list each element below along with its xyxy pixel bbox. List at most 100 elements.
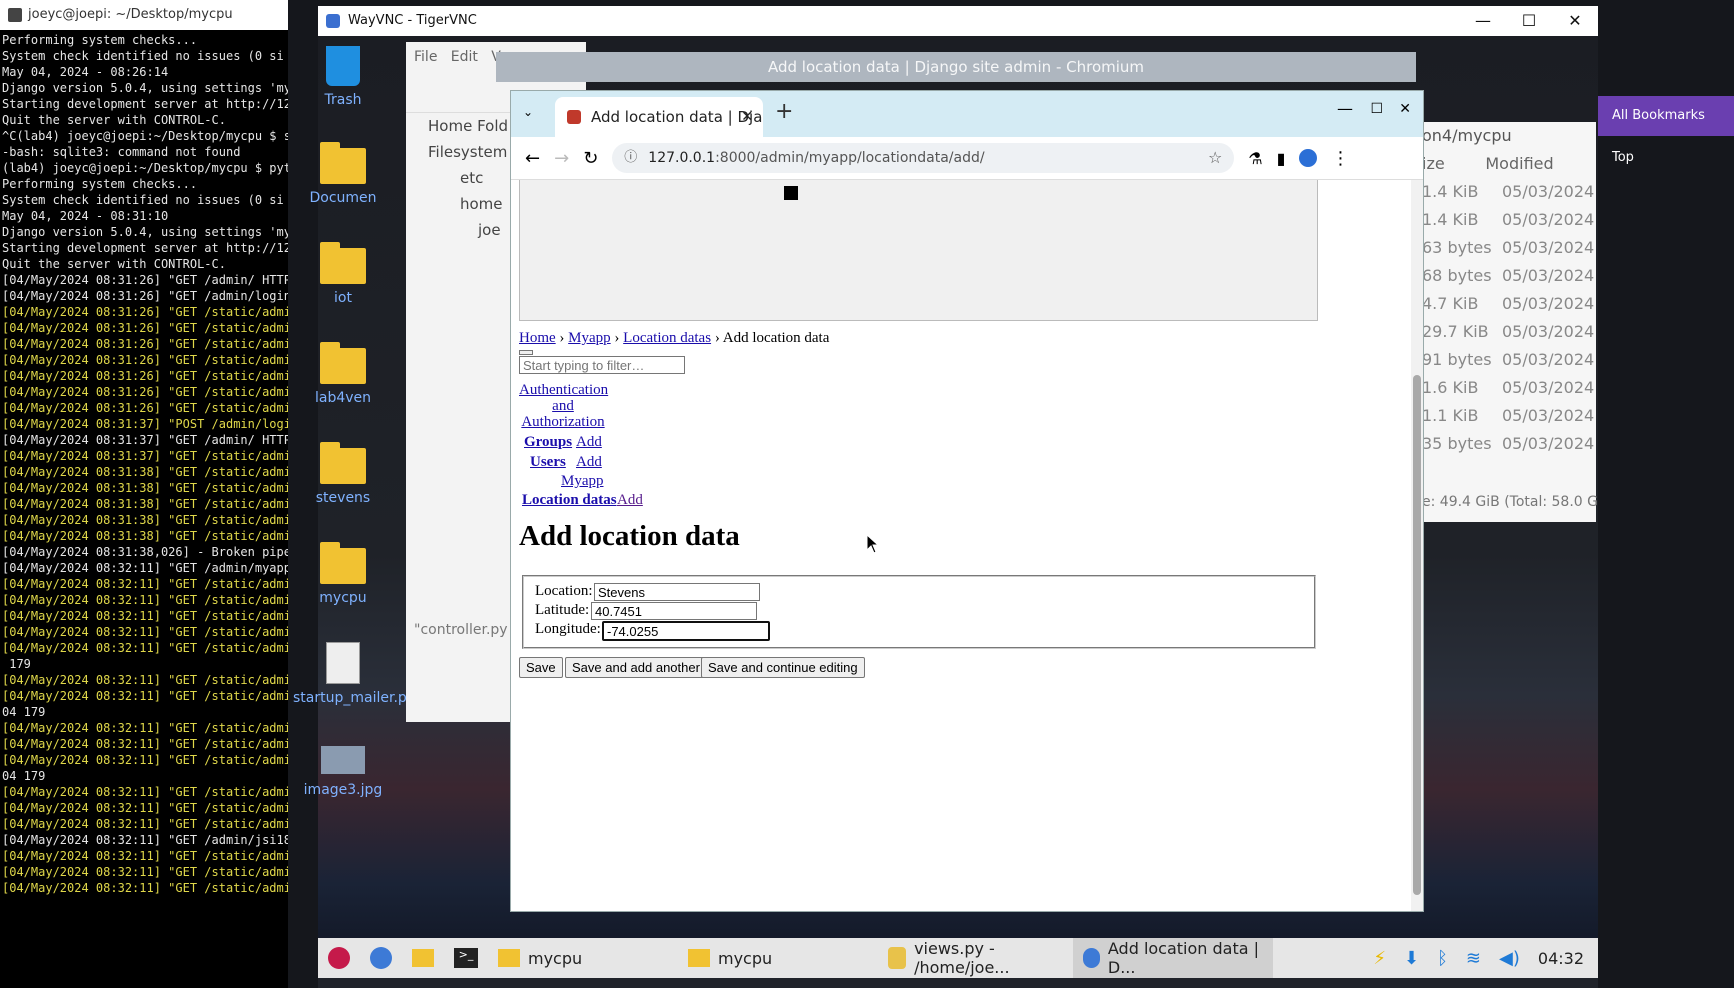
bookmark-star-icon[interactable]: ☆: [1208, 143, 1222, 173]
save-and-continue-button[interactable]: Save and continue editing: [701, 657, 865, 678]
bluetooth-icon[interactable]: ᛒ: [1437, 948, 1448, 969]
desktop-icon-mycpu[interactable]: mycpu: [293, 542, 393, 606]
terminal-titlebar[interactable]: joeyc@joepi: ~/Desktop/mycpu: [0, 0, 288, 30]
groups-link[interactable]: Groups: [524, 434, 572, 450]
bookmarks-bar[interactable]: All Bookmarks: [1598, 96, 1734, 136]
breadcrumb-location-datas[interactable]: Location datas: [623, 330, 711, 346]
clock[interactable]: 04:32: [1538, 949, 1584, 968]
save-button[interactable]: Save: [519, 657, 563, 678]
top-link[interactable]: Top: [1612, 150, 1634, 165]
taskbar-item-mycpu-1[interactable]: mycpu: [488, 949, 678, 968]
auth-section-title[interactable]: Authentication and Authorization: [519, 382, 608, 430]
terminal-window[interactable]: joeyc@joepi: ~/Desktop/mycpu Performing …: [0, 0, 288, 988]
all-bookmarks-label[interactable]: All Bookmarks: [1612, 108, 1705, 123]
free-space: e: 49.4 GiB (Total: 58.0 G: [1422, 494, 1598, 510]
column-modified[interactable]: Modified: [1485, 154, 1553, 173]
desktop-icon-lab4venv[interactable]: lab4ven: [293, 342, 393, 406]
terminal-line: [04/May/2024 08:32:11] "GET /static/admi: [2, 849, 288, 863]
minimize-button[interactable]: —: [1460, 6, 1506, 36]
tab-add-location-data[interactable]: Add location data | Dja ✕: [555, 97, 763, 137]
terminal-output[interactable]: Performing system checks... System check …: [0, 30, 288, 898]
file-row[interactable]: 1.4 KiB 05/03/2024 22: [1416, 206, 1620, 234]
forward-icon[interactable]: →: [554, 148, 569, 169]
file-row[interactable]: 1.4 KiB 05/03/2024 22: [1416, 178, 1620, 206]
breadcrumb-myapp[interactable]: Myapp: [568, 330, 611, 346]
chromium-window-titlebar[interactable]: Add location data | Django site admin - …: [496, 52, 1416, 82]
save-and-add-another-button[interactable]: Save and add another: [565, 657, 707, 678]
auth-section-link[interactable]: Authentication and Authorization: [519, 382, 608, 430]
raspberry-menu-button[interactable]: [318, 947, 360, 969]
location-field[interactable]: [594, 583, 760, 601]
menu-file[interactable]: File: [414, 49, 437, 65]
tab-search-icon[interactable]: ⌄: [523, 105, 533, 119]
terminal-line: Performing system checks...: [2, 33, 198, 47]
taskbar-item-mycpu-2[interactable]: mycpu: [678, 949, 878, 968]
window-close-icon[interactable]: ✕: [1399, 101, 1411, 117]
taskbar-item-geany[interactable]: views.py - /home/joe...: [878, 939, 1073, 977]
file-row[interactable]: 1.1 KiB 05/03/2024 22: [1416, 402, 1620, 430]
back-icon[interactable]: ←: [525, 148, 540, 169]
nav-filter-input[interactable]: [519, 356, 685, 374]
site-info-icon[interactable]: ⓘ: [624, 143, 637, 173]
file-row[interactable]: 68 bytes 05/03/2024 22: [1416, 262, 1620, 290]
updates-icon[interactable]: ⬇: [1404, 948, 1419, 969]
reload-icon[interactable]: ↻: [583, 148, 598, 169]
terminal-launcher[interactable]: >_: [444, 948, 488, 968]
profile-icon[interactable]: [1299, 149, 1318, 167]
desktop-icon-trash[interactable]: Trash: [293, 46, 393, 108]
groups-add-link[interactable]: Add: [576, 434, 602, 450]
terminal-line: [04/May/2024 08:32:11] "GET /static/admi: [2, 593, 288, 607]
breadcrumb-home[interactable]: Home: [519, 330, 556, 346]
close-button[interactable]: ✕: [1552, 6, 1598, 36]
path-field[interactable]: on4/mycpu: [1416, 122, 1596, 150]
file-row[interactable]: 4.7 KiB 05/03/2024 22: [1416, 290, 1620, 318]
file-row[interactable]: 29.7 KiB 05/03/2024 22: [1416, 318, 1620, 346]
taskbar-item-chromium[interactable]: Add location data | D...: [1073, 938, 1273, 978]
chromium-window[interactable]: ⌄ Add location data | Dja ✕ + — ☐ ✕ ← → …: [510, 90, 1424, 912]
url-path: :8000/admin/myapp/locationdata/add/: [715, 150, 985, 166]
location-datas-link[interactable]: Location datas: [522, 492, 617, 508]
file-list-panel[interactable]: on4/mycpu ize Modified 1.4 KiB 05/03/2024…: [1416, 122, 1620, 522]
window-minimize-icon[interactable]: —: [1337, 99, 1353, 118]
desktop-icon-iot[interactable]: iot: [293, 242, 393, 306]
close-tab-icon[interactable]: ✕: [741, 97, 753, 137]
scrollbar-thumb[interactable]: [1413, 375, 1421, 895]
vnc-titlebar[interactable]: WayVNC - TigerVNC — ☐ ✕: [318, 6, 1598, 36]
terminal-line: [04/May/2024 08:32:11] "GET /static/admi: [2, 609, 288, 623]
labs-icon[interactable]: ⚗: [1248, 149, 1262, 168]
toggle-nav-sidebar-button[interactable]: [519, 350, 533, 355]
folder-icon: [320, 342, 366, 384]
desktop-icon-label: lab4ven: [314, 390, 372, 406]
volume-icon[interactable]: ◀): [1499, 948, 1520, 969]
page-scrollbar[interactable]: [1411, 180, 1423, 911]
browser-launcher[interactable]: [360, 947, 402, 969]
users-link[interactable]: Users: [530, 454, 566, 470]
power-icon[interactable]: ⚡: [1373, 948, 1386, 969]
menu-edit[interactable]: Edit: [451, 49, 478, 65]
desktop-icon-startup-mailer[interactable]: startup_mailer.py: [293, 642, 415, 706]
location-datas-add-link[interactable]: Add: [617, 492, 643, 508]
desktop-icon-documents[interactable]: Documen: [293, 142, 393, 206]
address-bar[interactable]: ⓘ 127.0.0.1:8000/admin/myapp/locationdat…: [612, 143, 1235, 173]
file-row[interactable]: 35 bytes 05/03/2024 22: [1416, 430, 1620, 458]
latitude-field[interactable]: [591, 602, 757, 620]
users-add-link[interactable]: Add: [576, 454, 602, 470]
side-panel-icon[interactable]: ▮: [1277, 149, 1286, 168]
files-launcher[interactable]: [402, 949, 444, 967]
wifi-icon[interactable]: ≋: [1466, 948, 1481, 969]
column-size[interactable]: ize: [1422, 154, 1445, 173]
window-maximize-icon[interactable]: ☐: [1370, 101, 1383, 117]
desktop-icon-image3[interactable]: image3.jpg: [293, 746, 393, 798]
page-content: Home › Myapp › Location datas › Add loca…: [511, 180, 1423, 911]
file-row[interactable]: 63 bytes 05/03/2024 22: [1416, 234, 1620, 262]
desktop-icon-stevens[interactable]: stevens: [293, 442, 393, 506]
nav-location-datas: Location datas: [522, 492, 617, 509]
file-row[interactable]: 1.6 KiB 05/03/2024 22: [1416, 374, 1620, 402]
maximize-button[interactable]: ☐: [1506, 6, 1552, 36]
file-row[interactable]: 91 bytes 05/03/2024 22: [1416, 346, 1620, 374]
longitude-field[interactable]: [602, 621, 770, 641]
tab-title: Add location data | Dja: [591, 108, 763, 126]
myapp-section-link[interactable]: Myapp: [561, 473, 604, 489]
menu-icon[interactable]: ⋮: [1331, 148, 1349, 169]
new-tab-icon[interactable]: +: [775, 99, 793, 124]
